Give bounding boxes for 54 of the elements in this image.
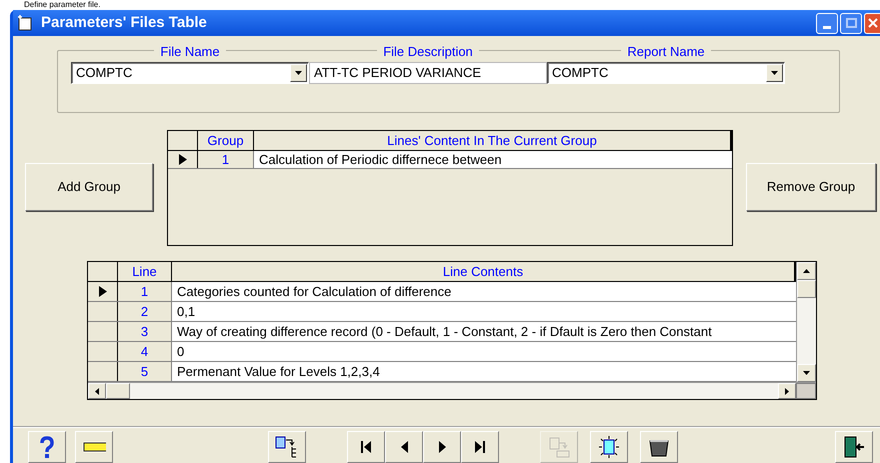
scroll-corner [796, 383, 816, 399]
scroll-thumb[interactable] [106, 383, 130, 399]
toolbar-button[interactable] [640, 431, 678, 463]
dropdown-button[interactable] [290, 64, 307, 82]
scroll-left-button[interactable] [88, 383, 106, 399]
scroll-down-button[interactable] [797, 364, 816, 382]
horizontal-scrollbar[interactable] [88, 383, 796, 399]
text-field[interactable]: ATT-TC PERIOD VARIANCE [309, 62, 547, 84]
close-button[interactable] [864, 12, 880, 34]
toolbar-button[interactable] [835, 431, 873, 463]
up-arrow-icon [803, 269, 810, 273]
toolbar-button[interactable] [461, 431, 499, 463]
table-cell: 0 [172, 342, 796, 361]
toolbar-button[interactable] [347, 431, 385, 463]
help-icon [40, 436, 54, 458]
maximize-button[interactable] [840, 12, 862, 34]
scroll-right-button[interactable] [778, 383, 796, 399]
toolbar-button[interactable] [423, 431, 461, 463]
down-arrow-icon [295, 71, 302, 75]
table-cell: 0,1 [172, 302, 796, 321]
window-title: Parameters' Files Table [41, 12, 207, 33]
dropdown-button[interactable] [766, 64, 783, 82]
toolbar-button[interactable] [385, 431, 423, 463]
next-record-icon [438, 441, 446, 453]
document-copy-icon [547, 435, 571, 459]
caption: Define parameter file. [24, 0, 102, 10]
column-header: Line [118, 262, 172, 281]
column-header: Group [198, 131, 254, 150]
toolbar-button[interactable] [268, 431, 306, 463]
scroll-up-button[interactable] [797, 262, 816, 280]
exit-door-icon [842, 435, 866, 459]
toolbar-button[interactable] [28, 431, 66, 463]
close-icon [868, 18, 878, 28]
table-cell: Calculation of Periodic differnece between [254, 151, 732, 168]
vertical-scrollbar[interactable] [796, 262, 816, 382]
down-arrow-icon [771, 71, 778, 75]
dropdown-field[interactable]: COMPTC [547, 62, 785, 84]
left-arrow-icon [95, 388, 99, 394]
scroll-thumb[interactable] [797, 280, 816, 298]
sparkling-page-icon [597, 435, 621, 459]
remove-group-button[interactable]: Remove Group [746, 163, 876, 211]
dropdown-field[interactable]: COMPTC [71, 62, 309, 84]
toolbar-button[interactable] [590, 431, 628, 463]
minimize-button[interactable] [816, 12, 838, 34]
table-cell: Categories counted for Calculation of difference [172, 282, 796, 301]
table-cell: Permenant Value for Levels 1,2,3,4 [172, 362, 796, 381]
previous-record-icon [400, 441, 408, 453]
add-group-button[interactable]: Add Group [25, 163, 153, 211]
right-arrow-icon [785, 388, 789, 394]
document-tree-icon [275, 435, 299, 459]
window-icon [17, 15, 33, 31]
down-arrow-icon [803, 371, 810, 375]
toolbar-button[interactable] [75, 431, 113, 463]
table-cell: Way of creating difference record (0 - Default, 1 - Constant, 2 - if Dfault is Zero then Constant [172, 322, 796, 341]
